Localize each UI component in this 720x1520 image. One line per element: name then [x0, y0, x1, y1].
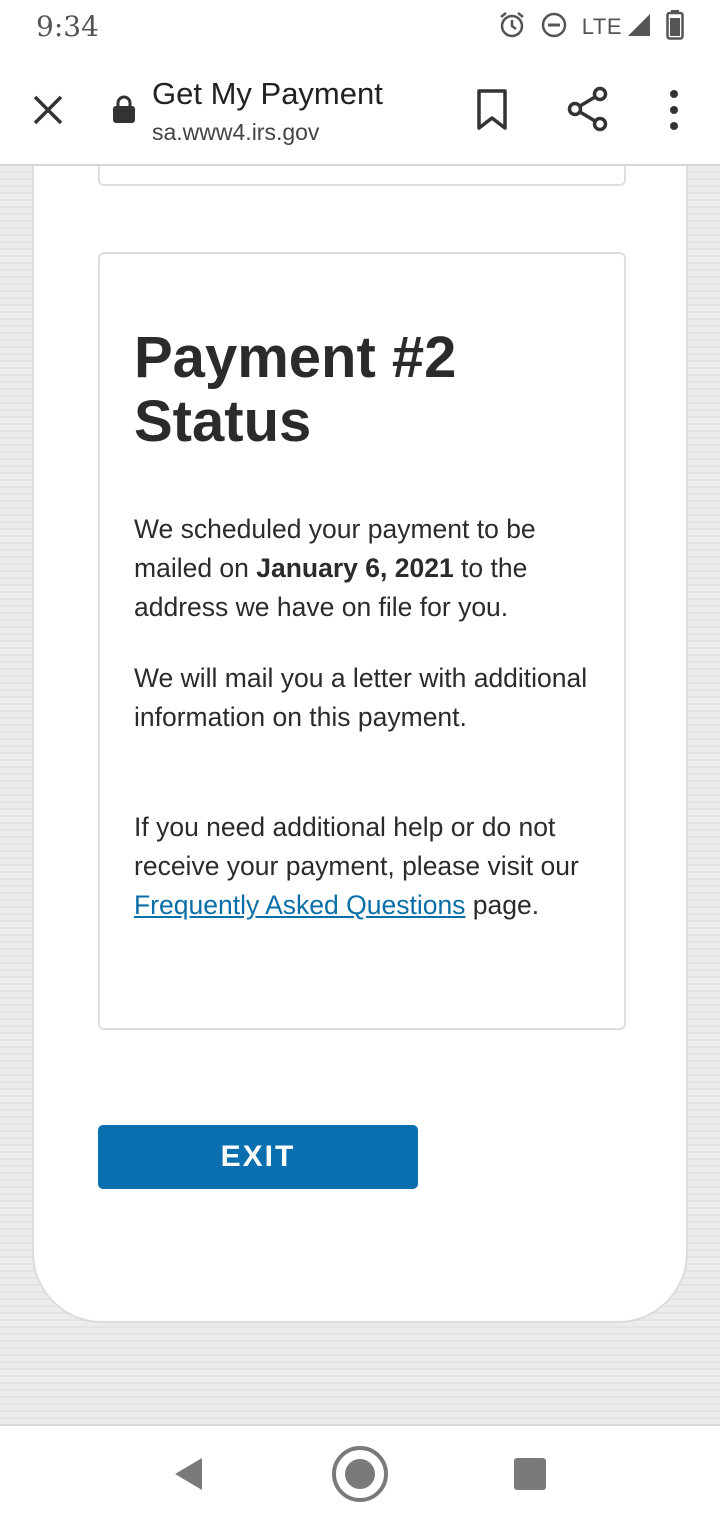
status-time: 9:34 — [36, 10, 99, 43]
faq-link[interactable]: Frequently Asked Questions — [134, 890, 465, 920]
navigation-bar — [0, 1424, 720, 1520]
payment-status-title: Payment #2 Status — [134, 325, 457, 454]
lock-icon — [112, 94, 136, 124]
scheduled-paragraph: We scheduled your payment to be mailed o… — [134, 510, 604, 627]
network-label: LTE — [581, 14, 622, 39]
letter-paragraph: We will mail you a letter with additiona… — [134, 663, 588, 732]
page-title: Get My Payment — [152, 76, 383, 111]
help-paragraph: If you need additional help or do not re… — [134, 808, 604, 925]
payment-date: January 6, 2021 — [256, 553, 454, 583]
battery-icon — [666, 9, 684, 45]
status-icons: LTE — [498, 9, 684, 45]
exit-button[interactable]: EXIT — [98, 1125, 418, 1189]
bookmark-icon[interactable] — [474, 88, 510, 132]
home-icon[interactable] — [330, 1444, 390, 1504]
share-icon[interactable] — [566, 86, 610, 132]
page-content: Payment #2 Status We scheduled your paym… — [0, 166, 720, 1424]
alarm-icon — [498, 11, 526, 44]
help-text-end: page. — [465, 890, 540, 920]
more-vert-icon[interactable] — [664, 88, 684, 132]
previous-payment-box — [98, 166, 626, 186]
status-bar: 9:34 LTE — [0, 0, 720, 56]
payment-status-box: Payment #2 Status We scheduled your paym… — [98, 252, 626, 1030]
do-not-disturb-icon — [540, 11, 568, 44]
recents-icon[interactable] — [514, 1458, 546, 1490]
close-icon[interactable] — [28, 90, 68, 130]
main-card: Payment #2 Status We scheduled your paym… — [32, 166, 688, 1323]
browser-toolbar: Get My Payment sa.www4.irs.gov — [0, 56, 720, 166]
page-url[interactable]: sa.www4.irs.gov — [152, 119, 319, 146]
back-icon[interactable] — [172, 1456, 206, 1492]
signal-icon — [626, 12, 652, 43]
help-text: If you need additional help or do not re… — [134, 812, 579, 881]
